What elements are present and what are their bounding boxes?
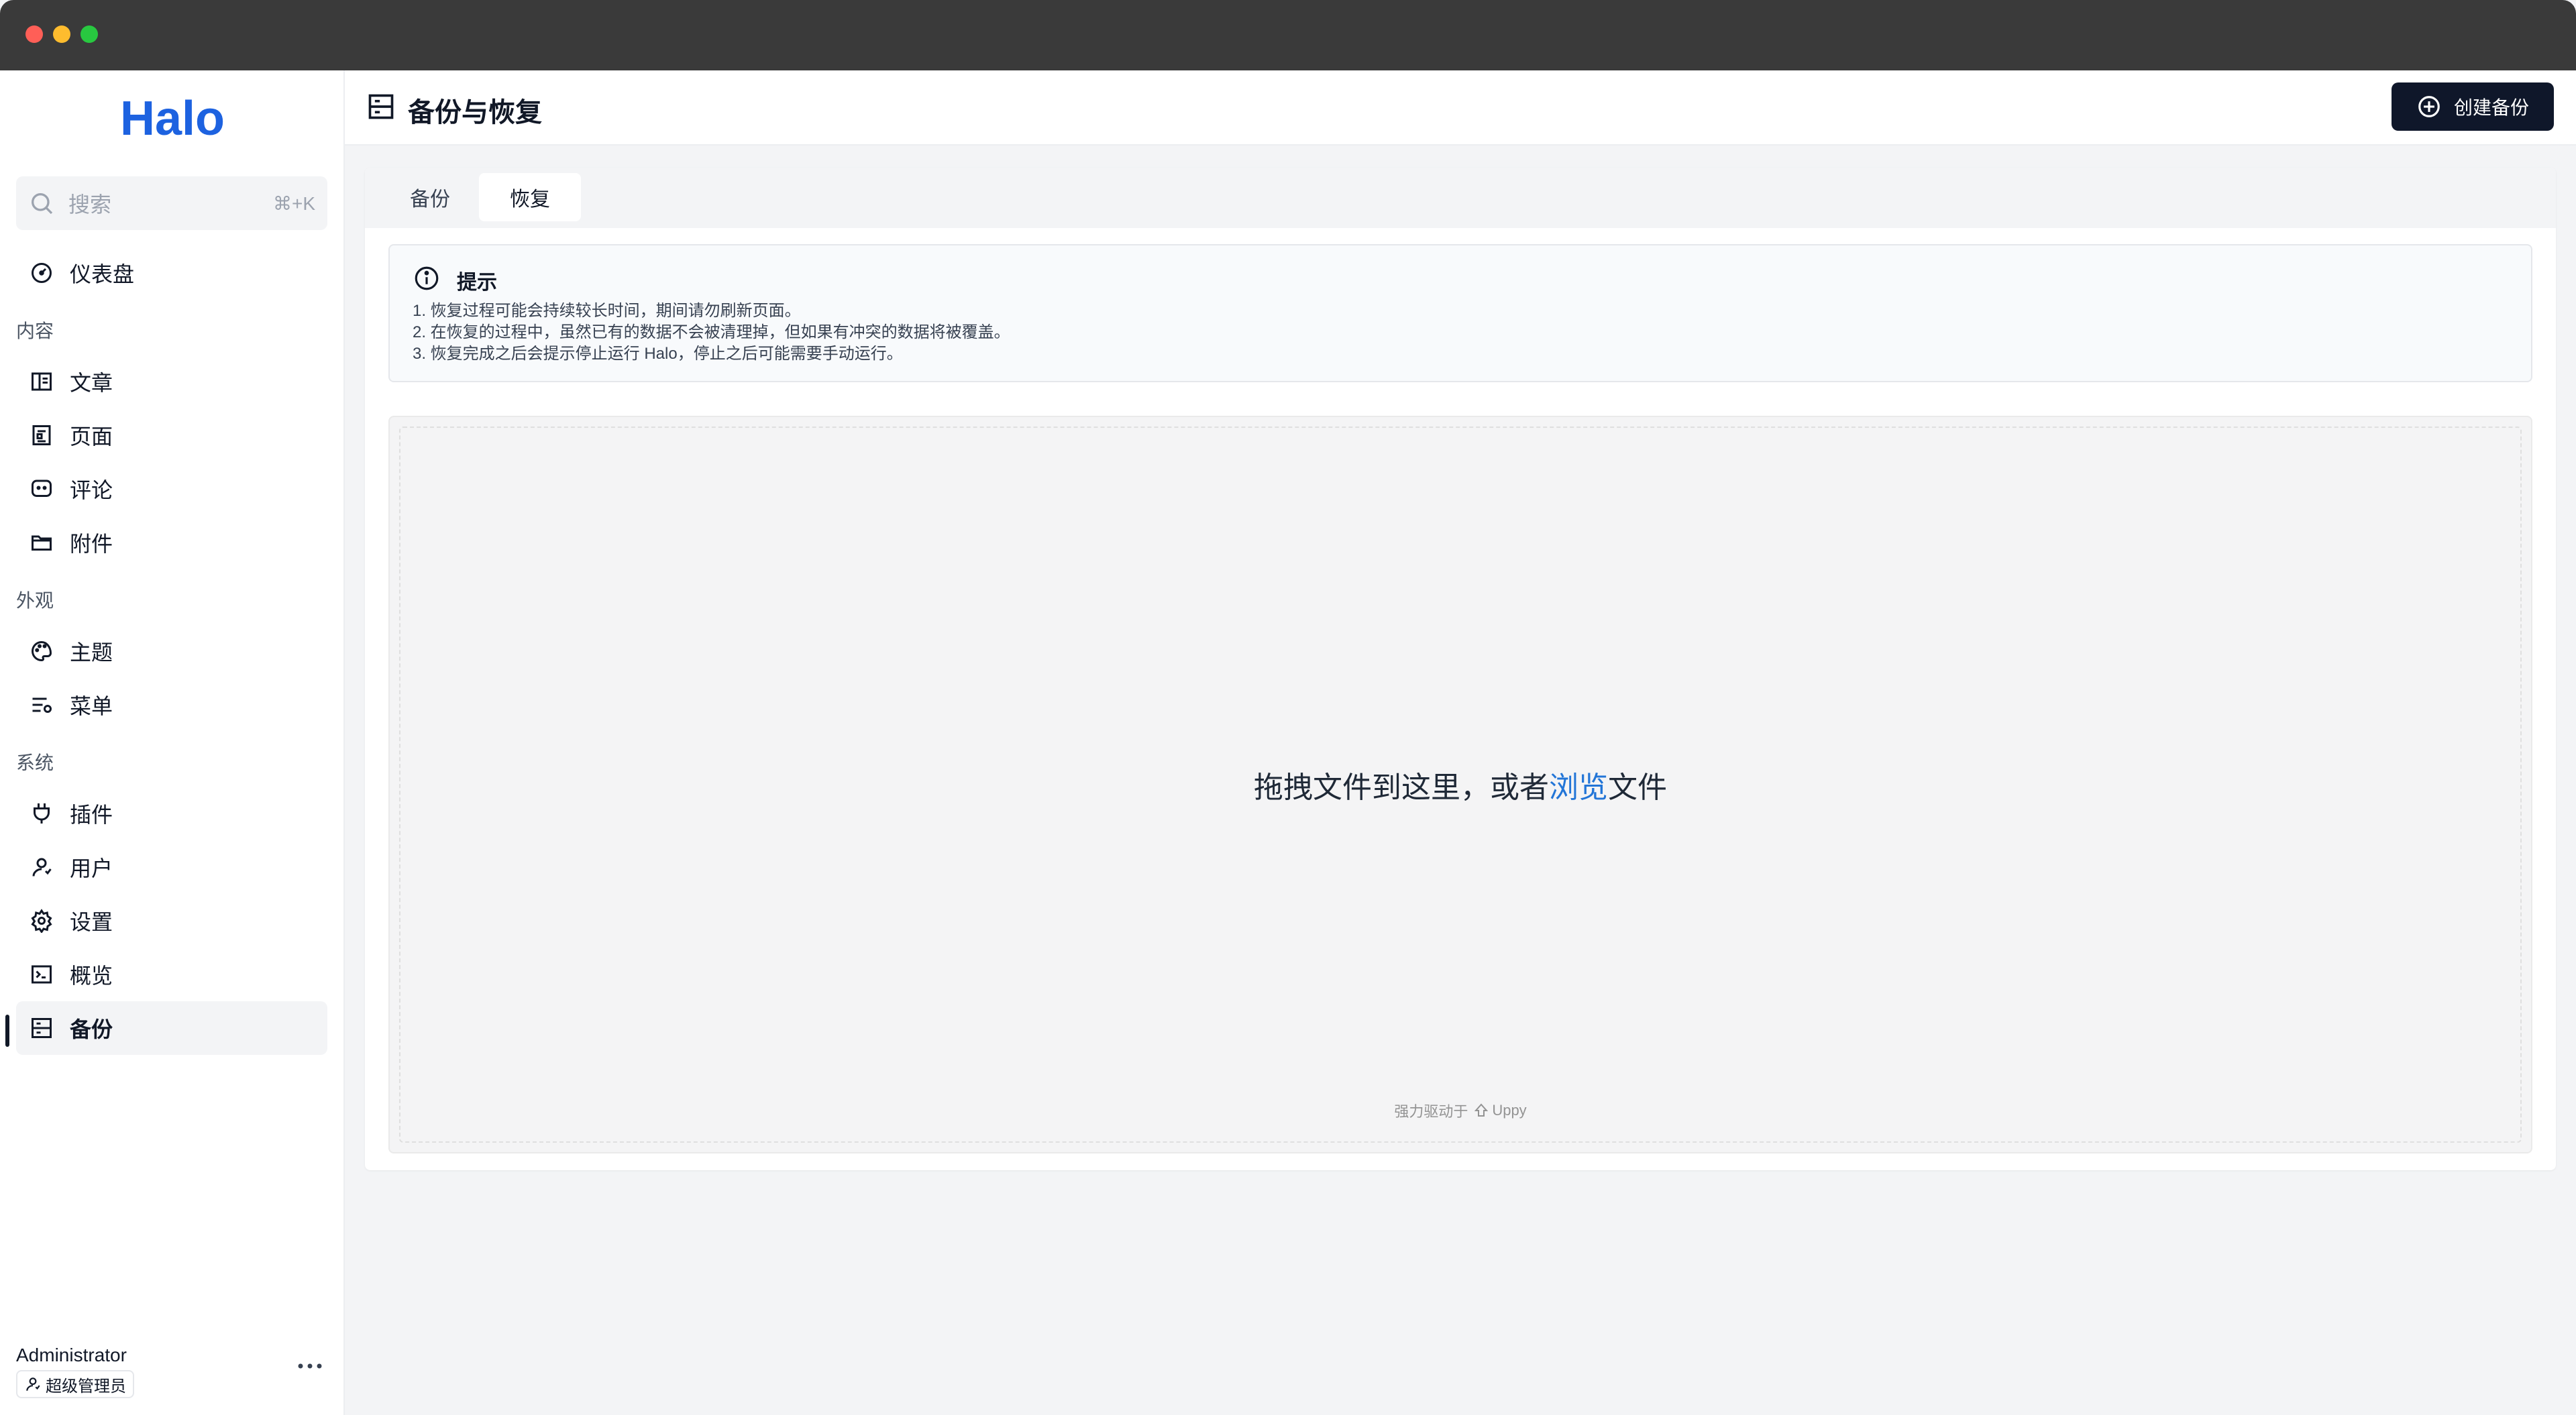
sidebar: Halo 搜索 ⌘+K 仪表盘 内容 文章 页面 评论 附件 外观 主题 菜单 … bbox=[0, 70, 345, 1415]
sidebar-item-overview[interactable]: 概览 bbox=[16, 948, 327, 1001]
dropzone-text: 拖拽文件到这里，或者浏览文件 bbox=[400, 763, 2520, 806]
user-name: Administrator bbox=[16, 1345, 127, 1365]
user-role-badge: 超级管理员 bbox=[16, 1370, 134, 1398]
sidebar-item-label: 仪表盘 bbox=[70, 262, 135, 286]
sidebar-item-posts[interactable]: 文章 bbox=[16, 355, 327, 408]
info-icon bbox=[415, 266, 439, 290]
svg-text:Halo: Halo bbox=[120, 92, 225, 146]
user-icon bbox=[28, 854, 55, 881]
sidebar-item-plugins[interactable]: 插件 bbox=[16, 787, 327, 840]
dropzone-text-after: 文件 bbox=[1608, 771, 1667, 804]
sidebar-item-label: 用户 bbox=[70, 856, 113, 881]
sidebar-item-label: 菜单 bbox=[70, 694, 113, 718]
gear-icon bbox=[28, 907, 55, 934]
sidebar-item-label: 附件 bbox=[70, 532, 113, 556]
uppy-brand[interactable]: Uppy bbox=[1492, 1102, 1526, 1119]
close-window-button[interactable] bbox=[25, 25, 43, 43]
sidebar-item-label: 页面 bbox=[70, 424, 113, 449]
create-backup-label: 创建备份 bbox=[2453, 97, 2529, 118]
search-icon bbox=[32, 193, 53, 215]
folder-icon bbox=[28, 529, 55, 556]
search-input[interactable]: 搜索 ⌘+K bbox=[16, 176, 327, 230]
sidebar-item-label: 评论 bbox=[70, 478, 113, 502]
sidebar-item-menus[interactable]: 菜单 bbox=[16, 678, 327, 732]
search-shortcut: ⌘+K bbox=[272, 192, 315, 214]
active-indicator bbox=[5, 1015, 9, 1047]
dashboard-icon bbox=[28, 260, 55, 286]
page-title: 备份与恢复 bbox=[408, 98, 542, 127]
sidebar-item-label: 插件 bbox=[70, 803, 113, 827]
sidebar-item-label: 备份 bbox=[70, 1017, 113, 1041]
tab-restore[interactable]: 恢复 bbox=[479, 173, 581, 221]
book-icon bbox=[28, 368, 55, 395]
plus-circle-icon bbox=[2418, 96, 2440, 117]
page-header: 备份与恢复 创建备份 bbox=[345, 70, 2576, 146]
plug-icon bbox=[28, 800, 55, 827]
section-appearance: 外观 bbox=[16, 590, 54, 611]
comment-icon bbox=[28, 475, 55, 502]
sidebar-item-settings[interactable]: 设置 bbox=[16, 894, 327, 948]
halo-logo[interactable]: Halo bbox=[115, 92, 229, 146]
maximize-window-button[interactable] bbox=[80, 25, 98, 43]
search-placeholder: 搜索 bbox=[68, 192, 112, 217]
dropzone-text-before: 拖拽文件到这里，或者 bbox=[1254, 771, 1549, 804]
info-alert: 提示 1. 恢复过程可能会持续较长时间，期间请勿刷新页面。 2. 在恢复的过程中… bbox=[388, 244, 2532, 382]
browse-files-link[interactable]: 浏览 bbox=[1549, 771, 1608, 804]
user-role-label: 超级管理员 bbox=[46, 1377, 126, 1396]
window-titlebar bbox=[0, 0, 2576, 70]
section-system: 系统 bbox=[16, 752, 54, 773]
powered-by: 强力驱动于 Uppy bbox=[400, 1100, 2520, 1121]
user-icon bbox=[26, 1377, 40, 1391]
tab-backup[interactable]: 备份 bbox=[380, 173, 480, 221]
terminal-icon bbox=[28, 961, 55, 988]
menu-settings-icon bbox=[28, 691, 55, 718]
sidebar-item-users[interactable]: 用户 bbox=[16, 840, 327, 894]
sidebar-item-themes[interactable]: 主题 bbox=[16, 624, 327, 678]
palette-icon bbox=[28, 638, 55, 665]
page-icon bbox=[28, 422, 55, 449]
create-backup-button[interactable]: 创建备份 bbox=[2392, 82, 2554, 131]
sidebar-item-label: 文章 bbox=[70, 371, 113, 395]
main-card: 备份 恢复 提示 1. 恢复过程可能会持续较长时间，期间请勿刷新页面。 2. 在… bbox=[365, 168, 2556, 1170]
sidebar-item-dashboard[interactable]: 仪表盘 bbox=[16, 246, 327, 300]
sidebar-item-backup[interactable]: 备份 bbox=[16, 1001, 327, 1055]
sidebar-item-comments[interactable]: 评论 bbox=[16, 462, 327, 516]
sidebar-item-label: 概览 bbox=[70, 964, 113, 988]
sidebar-item-label: 主题 bbox=[70, 640, 113, 665]
more-options-button[interactable] bbox=[295, 1353, 325, 1379]
alert-title: 提示 bbox=[457, 272, 497, 294]
minimize-window-button[interactable] bbox=[53, 25, 70, 43]
sidebar-item-pages[interactable]: 页面 bbox=[16, 408, 327, 462]
alert-line: 1. 恢复过程可能会持续较长时间，期间请勿刷新页面。 bbox=[413, 302, 801, 320]
sidebar-item-label: 设置 bbox=[70, 910, 113, 934]
server-icon bbox=[368, 94, 394, 119]
file-dropzone[interactable]: 拖拽文件到这里，或者浏览文件 强力驱动于 Uppy bbox=[388, 416, 2532, 1153]
section-content: 内容 bbox=[16, 321, 54, 341]
server-icon bbox=[28, 1015, 55, 1041]
powered-by-label: 强力驱动于 bbox=[1394, 1103, 1468, 1120]
sidebar-item-attachments[interactable]: 附件 bbox=[16, 516, 327, 569]
tab-bar: 备份 恢复 bbox=[365, 168, 2556, 228]
alert-line: 2. 在恢复的过程中，虽然已有的数据不会被清理掉，但如果有冲突的数据将被覆盖。 bbox=[413, 323, 1010, 341]
dropzone-border: 拖拽文件到这里，或者浏览文件 强力驱动于 Uppy bbox=[399, 427, 2522, 1143]
alert-line: 3. 恢复完成之后会提示停止运行 Halo，停止之后可能需要手动运行。 bbox=[413, 345, 903, 363]
alert-lines: 1. 恢复过程可能会持续较长时间，期间请勿刷新页面。 2. 在恢复的过程中，虽然… bbox=[413, 300, 1010, 365]
uppy-logo-icon bbox=[1474, 1103, 1489, 1117]
more-dots-icon bbox=[298, 1363, 322, 1369]
